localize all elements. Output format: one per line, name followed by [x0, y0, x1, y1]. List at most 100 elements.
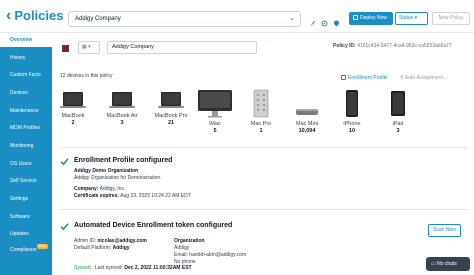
sidebar-item-custom-facts[interactable]: Custom Facts [0, 68, 52, 82]
device-count: 3 [120, 120, 124, 126]
device-count: 10 [348, 128, 356, 134]
policy-name-input[interactable]: Addigy Company [107, 41, 257, 54]
device-iphone[interactable]: iPhone 10 [329, 89, 375, 135]
sidebar-item-history[interactable]: History [0, 51, 52, 65]
deploy-now-button[interactable]: Deploy Now [349, 12, 393, 25]
header-icon-group [309, 14, 340, 27]
company-value: Addigy, Inc. [99, 186, 126, 192]
sidebar: Overview History Custom Facts Devices Ma… [0, 33, 52, 275]
page-title: Policies [14, 8, 64, 23]
mac-pro-icon [253, 89, 269, 118]
gear-icon[interactable] [321, 14, 328, 27]
checkmark-icon [60, 223, 69, 231]
device-name: iMac [209, 121, 221, 127]
ade-org-label: Organization [174, 238, 205, 245]
policy-select[interactable]: Addigy Company ⌄ [68, 11, 301, 27]
chevron-left-icon: ‹ [6, 7, 12, 24]
org-label: Organization [174, 238, 205, 244]
enrollment-cert: Certificate expires: Aug 23, 2023 10:24:… [74, 193, 191, 200]
company-label: Company: [74, 186, 99, 192]
sidebar-item-mdm-profiles[interactable]: MDM Profiles [0, 121, 52, 135]
ade-platform: Default Platform: Addigy [74, 245, 130, 252]
sidebar-item-updates[interactable]: Updates [0, 227, 52, 241]
enrollment-org-desc: Addigy Organization for Demonstration. [74, 175, 162, 181]
platform-value: Addigy [112, 245, 130, 251]
platform-label: Default Platform: [74, 245, 112, 251]
policy-id-value: 4161c434-5477-4ca4-953c-ca5253ab6a77 [357, 43, 452, 49]
chevron-down-icon: ▾ [414, 15, 418, 21]
device-name: MacBook [61, 113, 85, 119]
ade-admin: Admin ID: nicolas@addigy.com [74, 238, 147, 245]
sidebar-item-maintenance[interactable]: Maintenance [0, 104, 52, 118]
enrollment-profile-link[interactable]: Enrollment Profile [341, 75, 387, 81]
deploy-icon [353, 15, 358, 20]
chat-widget[interactable]: ▭ No chats [426, 257, 470, 271]
new-policy-button[interactable]: New Policy [432, 12, 470, 25]
chevron-down-icon: ▾ [88, 44, 91, 50]
last-synced-label: Last synced: [94, 265, 123, 271]
device-imac[interactable]: iMac 5 [192, 89, 238, 135]
device-name: Mac Mini [295, 121, 318, 127]
sidebar-item-os-users[interactable]: OS Users [0, 157, 52, 171]
enrollment-profile-label: Enrollment Profile [348, 75, 388, 81]
device-count: 1 [259, 128, 263, 134]
policy-color-swatch[interactable] [62, 45, 69, 52]
device-macbook-air[interactable]: MacBook Air 3 [99, 89, 145, 127]
main-content: ▦ ▾ Addigy Company Policy ID: 4161c434-5… [52, 33, 474, 275]
policy-icon-picker[interactable]: ▦ ▾ [78, 41, 100, 54]
device-macbook[interactable]: MacBook 2 [50, 89, 96, 127]
chat-label: No chats [437, 261, 457, 267]
sidebar-item-devices[interactable]: Devices [0, 86, 52, 100]
admin-value: nicolas@addigy.com [97, 238, 147, 244]
auto-assignment-link[interactable]: ⚲ Auto-Assignment... [400, 75, 447, 81]
cert-label: Certificate expires: [74, 193, 120, 199]
sidebar-item-compliance[interactable]: Compliance Beta [0, 243, 52, 257]
device-name: iPhone [343, 121, 361, 127]
enrollment-org: Addigy Demo Organization [74, 168, 139, 174]
sidebar-item-overview[interactable]: Overview [0, 33, 52, 47]
cert-value: Aug 23, 2023 10:24:22 AM EDT [120, 193, 191, 199]
admin-label: Admin ID: [74, 238, 96, 244]
imac-icon [198, 90, 232, 118]
ade-sync-status: Synced Last synced: Dec 2, 2022 11:00:32… [74, 265, 192, 272]
device-name: iPad [392, 121, 404, 127]
sidebar-item-monitoring[interactable]: Monitoring [0, 139, 52, 153]
device-mac-pro[interactable]: Mac Pro 1 [238, 89, 284, 135]
sidebar-item-settings[interactable]: Settings [0, 192, 52, 206]
device-count: 2 [71, 120, 75, 126]
back-to-policies[interactable]: ‹ Policies [6, 7, 63, 25]
device-name: Mac Pro [250, 121, 272, 127]
top-header: ‹ Policies Addigy Company ⌄ Deploy Now S… [0, 0, 474, 33]
device-count: 10,094 [298, 128, 316, 134]
ade-title: Automated Device Enrollment token config… [74, 222, 233, 229]
policy-id: Policy ID: 4161c434-5477-4ca4-953c-ca525… [333, 43, 452, 49]
iphone-icon [346, 90, 358, 117]
device-ipad[interactable]: iPad 3 [375, 89, 421, 135]
beta-badge: Beta [37, 244, 49, 249]
sidebar-item-label: Compliance [10, 247, 37, 253]
device-count: 5 [213, 128, 217, 134]
macbook-icon [60, 92, 86, 108]
macbook-air-icon [109, 92, 135, 108]
deploy-now-label: Deploy Now [360, 15, 387, 21]
mac-mini-icon [296, 109, 318, 115]
sidebar-item-self-service[interactable]: Self Service [0, 174, 52, 188]
sidebar-item-software[interactable]: Software [0, 210, 52, 224]
profile-icon [341, 75, 346, 80]
divider [60, 209, 468, 210]
paint-icon[interactable] [309, 14, 316, 26]
device-count: 3 [396, 128, 400, 134]
ade-org-value: Addigy [174, 245, 190, 251]
device-mac-mini[interactable]: Mac Mini 10,094 [284, 89, 330, 135]
location-icon[interactable] [333, 14, 340, 27]
devices-summary: 12 devices in this policy [60, 73, 113, 79]
scan-now-button[interactable]: Scan Now [428, 224, 461, 237]
ade-email: Email: harold+abm@addigy.com [174, 252, 246, 259]
status-button[interactable]: Status ▾ [395, 12, 428, 25]
ipad-icon [391, 91, 405, 116]
device-count: 21 [167, 120, 175, 126]
device-macbook-pro[interactable]: MacBook Pro 21 [148, 89, 194, 127]
enrollment-profile-title: Enrollment Profile configured [74, 157, 173, 164]
macbook-pro-icon [158, 92, 184, 108]
synced-label: Synced [74, 265, 91, 271]
